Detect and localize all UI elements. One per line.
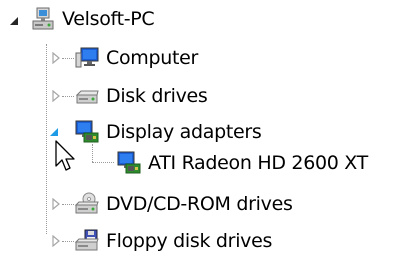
tree-item-floppy-disk-drives[interactable]: Floppy disk drives xyxy=(52,226,272,256)
collapsed-arrow-icon[interactable] xyxy=(50,235,62,247)
tree-item-label: Disk drives xyxy=(106,85,208,107)
computer-network-icon xyxy=(30,6,56,32)
expanded-arrow-icon[interactable] xyxy=(8,15,20,27)
collapsed-arrow-icon[interactable] xyxy=(50,90,62,102)
tree-item-label: Display adapters xyxy=(106,121,262,143)
tree-connector xyxy=(92,162,114,163)
tree-connector xyxy=(46,44,47,234)
collapsed-arrow-icon[interactable] xyxy=(50,52,62,64)
collapsed-arrow-icon[interactable] xyxy=(50,198,62,210)
tree-root-item[interactable]: Velsoft-PC xyxy=(8,4,155,34)
device-manager-tree: Velsoft-PC Computer Disk drives Display … xyxy=(0,0,408,256)
display-adapter-icon xyxy=(116,150,142,176)
tree-item-label: DVD/CD-ROM drives xyxy=(106,193,293,215)
tree-connector xyxy=(62,58,74,59)
disk-drive-icon xyxy=(74,83,100,109)
tree-root-label: Velsoft-PC xyxy=(62,8,155,30)
tree-item-label: ATI Radeon HD 2600 XT xyxy=(148,152,368,174)
expanded-arrow-icon[interactable] xyxy=(48,126,60,138)
tree-item-disk-drives[interactable]: Disk drives xyxy=(52,81,208,111)
computer-monitor-icon xyxy=(74,45,100,71)
tree-item-label: Floppy disk drives xyxy=(106,230,273,252)
tree-item-computer[interactable]: Computer xyxy=(52,43,198,73)
tree-item-dvd-cd-rom-drives[interactable]: DVD/CD-ROM drives xyxy=(52,189,293,219)
display-adapter-icon xyxy=(74,119,100,145)
mouse-pointer-icon xyxy=(55,140,75,171)
tree-connector xyxy=(62,241,74,242)
tree-connector xyxy=(62,96,74,97)
tree-connector xyxy=(92,144,93,162)
floppy-drive-icon xyxy=(74,228,100,254)
tree-item-ati-radeon[interactable]: ATI Radeon HD 2600 XT xyxy=(116,148,368,178)
tree-connector xyxy=(62,204,74,205)
tree-item-label: Computer xyxy=(106,47,199,69)
dvd-drive-icon xyxy=(74,191,100,217)
tree-item-display-adapters[interactable]: Display adapters xyxy=(50,117,262,147)
